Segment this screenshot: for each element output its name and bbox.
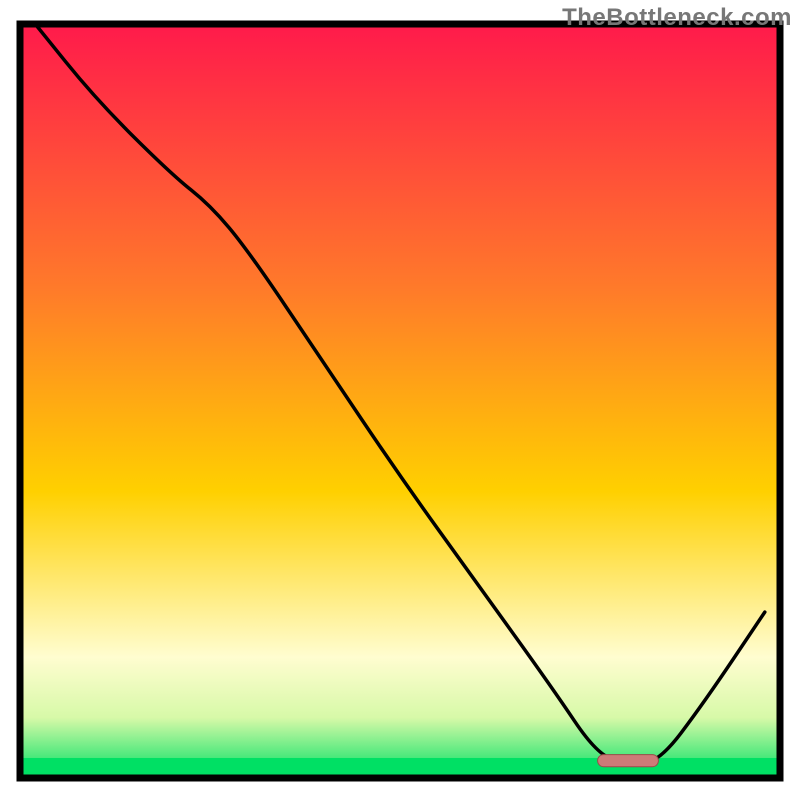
- bottleneck-chart: [0, 0, 800, 800]
- chart-container: TheBottleneck.com: [0, 0, 800, 800]
- optimal-range-marker: [598, 755, 659, 767]
- watermark-text: TheBottleneck.com: [562, 4, 792, 32]
